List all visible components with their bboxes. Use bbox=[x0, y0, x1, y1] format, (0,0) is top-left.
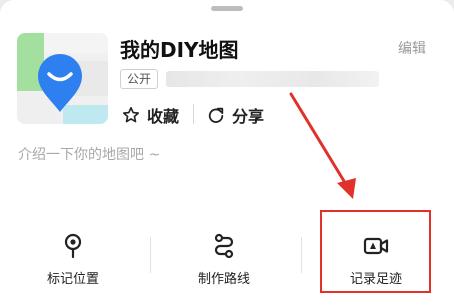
sheet-drag-handle[interactable] bbox=[211, 6, 243, 11]
star-icon bbox=[122, 106, 140, 123]
share-icon bbox=[208, 107, 224, 123]
bottom-sheet: 我的DIY地图 编辑 公开 收藏 分享 介绍一下你的地图吧 ~ 标记位置 制作路… bbox=[0, 0, 454, 305]
create-route-label: 制作路线 bbox=[197, 272, 250, 287]
annotation-highlight-box bbox=[320, 210, 431, 293]
map-title: 我的DIY地图 bbox=[120, 38, 239, 62]
collect-label: 收藏 bbox=[147, 107, 180, 126]
visibility-badge: 公开 bbox=[120, 69, 158, 89]
location-pin-icon bbox=[64, 233, 82, 259]
mark-location-label: 标记位置 bbox=[46, 272, 99, 287]
mark-location-button[interactable]: 标记位置 bbox=[13, 233, 133, 287]
share-button[interactable]: 分享 bbox=[207, 103, 264, 127]
route-icon bbox=[214, 233, 234, 259]
edit-button[interactable]: 编辑 bbox=[398, 38, 426, 58]
collect-button[interactable]: 收藏 bbox=[122, 103, 179, 127]
map-intro-input[interactable]: 介绍一下你的地图吧 ~ bbox=[18, 144, 160, 164]
map-thumbnail[interactable] bbox=[17, 33, 108, 124]
tool-divider bbox=[301, 237, 302, 273]
blurred-info-text bbox=[166, 71, 379, 87]
tool-divider bbox=[150, 237, 151, 273]
map-pin-icon bbox=[17, 33, 108, 124]
action-divider bbox=[193, 104, 194, 124]
share-label: 分享 bbox=[232, 107, 265, 126]
create-route-button[interactable]: 制作路线 bbox=[164, 233, 284, 287]
